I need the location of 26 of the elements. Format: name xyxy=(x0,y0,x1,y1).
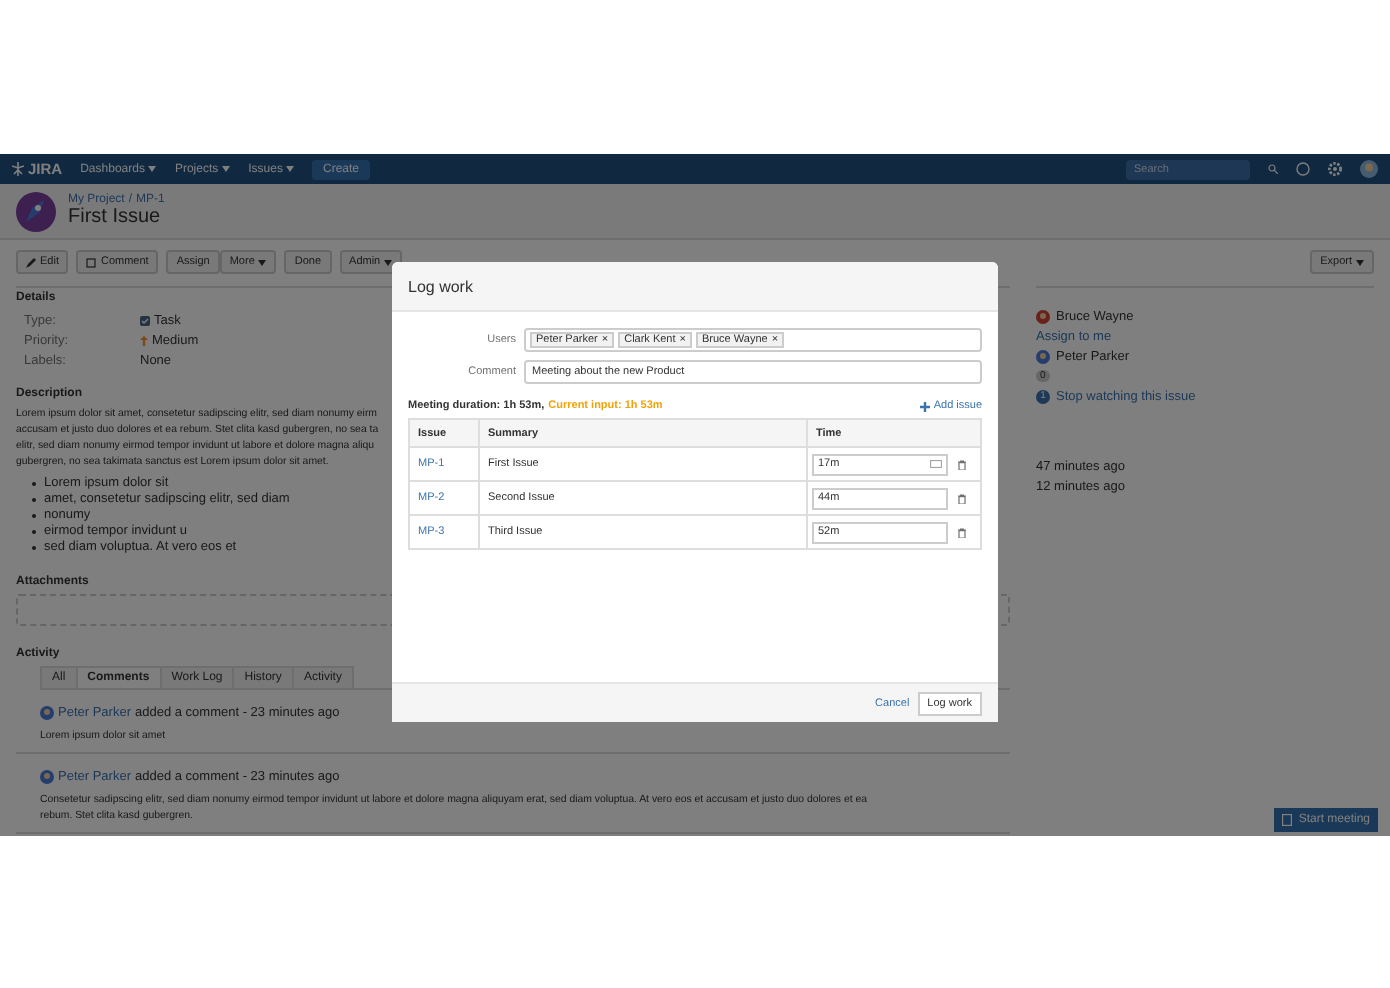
project-avatar xyxy=(16,191,56,231)
caret-icon xyxy=(286,166,295,172)
avatar-icon xyxy=(1036,349,1050,363)
caret-icon xyxy=(1356,259,1364,265)
arrow-up-icon xyxy=(140,335,148,345)
trash-icon[interactable] xyxy=(958,527,966,537)
settings-icon[interactable] xyxy=(1328,162,1342,176)
caret-icon xyxy=(384,259,393,265)
avatar-icon xyxy=(1036,309,1050,323)
help-icon[interactable] xyxy=(1296,162,1310,176)
caret-icon xyxy=(148,166,157,172)
search-icon xyxy=(1268,164,1278,174)
caret-icon xyxy=(222,166,231,172)
pencil-icon xyxy=(26,257,36,267)
caret-icon xyxy=(258,259,267,265)
trash-icon[interactable] xyxy=(958,493,966,503)
task-icon xyxy=(140,315,150,325)
avatar-icon xyxy=(40,706,54,720)
issue-title: First Issue xyxy=(68,206,163,228)
user-avatar[interactable] xyxy=(1360,160,1378,178)
document-icon xyxy=(1282,814,1293,826)
trash-icon[interactable] xyxy=(958,459,966,469)
plus-icon xyxy=(919,401,930,411)
dialog-title: Log work xyxy=(392,262,998,312)
avatar-icon xyxy=(40,770,54,784)
comment-icon xyxy=(86,257,97,267)
